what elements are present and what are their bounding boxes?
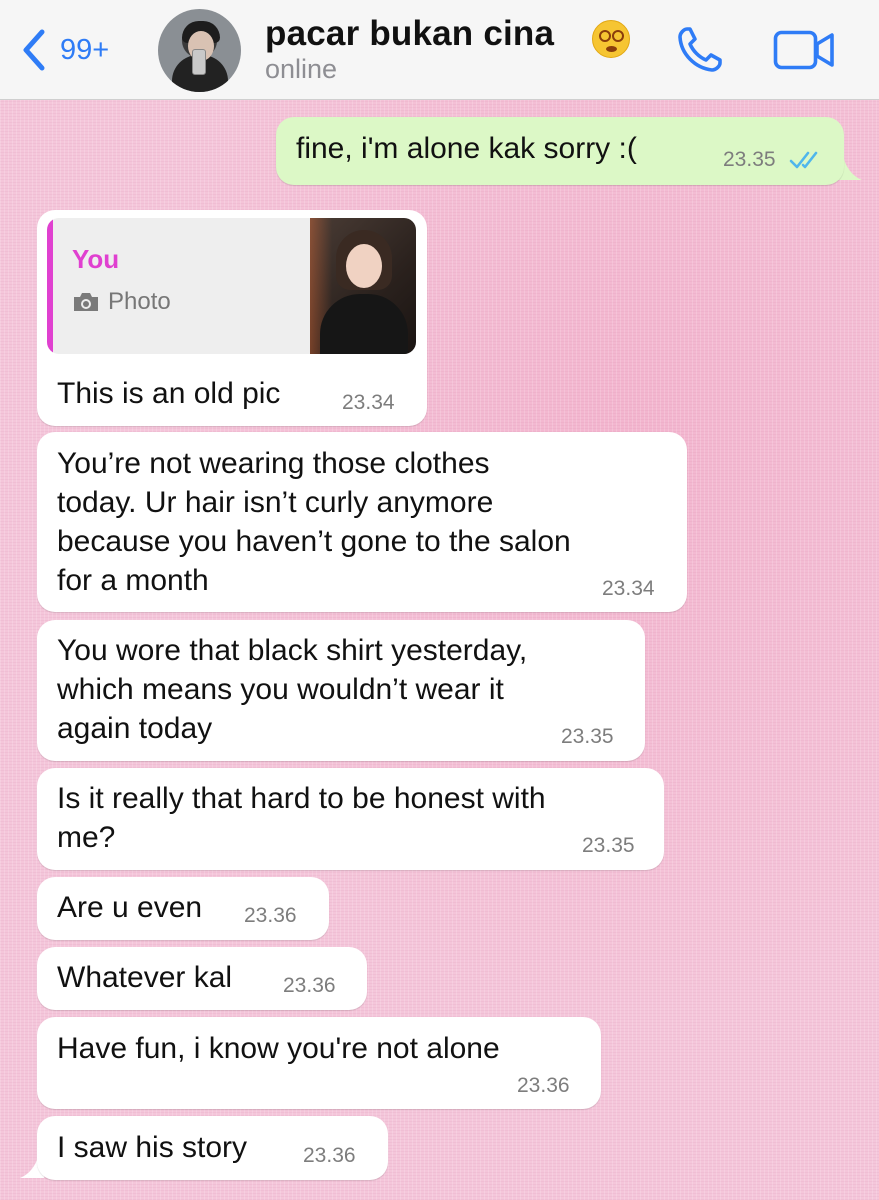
back-button[interactable]: 99+ <box>18 26 109 74</box>
message-incoming[interactable]: You wore that black shirt yesterday, whi… <box>37 620 645 761</box>
message-time: 23.35 <box>582 834 635 857</box>
double-check-icon <box>789 151 818 169</box>
quoted-message[interactable]: You Photo <box>47 218 416 354</box>
dizzy-face-emoji-icon <box>592 20 630 58</box>
message-time: 23.36 <box>244 904 297 927</box>
message-text: You’re not wearing those clothes <box>57 447 490 480</box>
camera-icon <box>74 292 98 311</box>
message-incoming[interactable]: Have fun, i know you're not alone 23.36 <box>37 1017 601 1109</box>
message-text: This is an old pic <box>57 377 281 410</box>
message-text: Is it really that hard to be honest with <box>57 782 546 815</box>
quote-type-label: Photo <box>108 288 171 315</box>
message-incoming[interactable]: Whatever kal 23.36 <box>37 947 367 1010</box>
message-time: 23.35 <box>561 725 614 748</box>
message-incoming[interactable]: Is it really that hard to be honest with… <box>37 768 664 870</box>
quote-bar <box>47 218 53 354</box>
message-text: me? <box>57 821 116 854</box>
message-time: 23.34 <box>602 577 655 600</box>
message-time: 23.36 <box>283 974 336 997</box>
message-outgoing[interactable]: fine, i'm alone kak sorry :( 23.35 <box>276 117 844 185</box>
quote-author: You <box>72 244 120 274</box>
video-camera-icon[interactable] <box>773 30 835 70</box>
message-time: 23.34 <box>342 391 395 414</box>
message-text: Have fun, i know you're not alone <box>57 1032 500 1065</box>
message-incoming[interactable]: You Photo This is an old pic 23.34 <box>37 210 427 426</box>
message-text: fine, i'm alone kak sorry :( <box>296 132 637 165</box>
message-incoming[interactable]: I saw his story 23.36 <box>37 1116 388 1180</box>
chat-header: 99+ pacar bukan cina online <box>0 0 879 100</box>
unread-count: 99+ <box>60 33 110 66</box>
message-text: I saw his story <box>57 1131 248 1164</box>
quote-type: Photo <box>72 282 171 321</box>
message-time: 23.36 <box>517 1074 570 1097</box>
avatar[interactable] <box>158 9 241 92</box>
message-text: Whatever kal <box>57 961 233 994</box>
contact-name[interactable]: pacar bukan cina <box>265 14 554 54</box>
message-text: because you haven’t gone to the salon <box>57 525 571 558</box>
message-text: You wore that black shirt yesterday, <box>57 634 528 667</box>
message-text: today. Ur hair isn’t curly anymore <box>57 486 494 519</box>
message-incoming[interactable]: Are u even 23.36 <box>37 877 329 940</box>
chevron-left-icon <box>23 29 45 71</box>
message-time: 23.35 <box>723 148 776 171</box>
contact-status: online <box>265 54 338 84</box>
message-incoming[interactable]: You’re not wearing those clothes today. … <box>37 432 687 612</box>
message-text: again today <box>57 712 213 745</box>
message-text: Are u even <box>57 891 203 924</box>
message-text: which means you wouldn’t wear it <box>57 673 504 706</box>
quote-photo-thumbnail <box>310 218 416 354</box>
message-time: 23.36 <box>303 1144 356 1167</box>
message-text: for a month <box>57 564 209 597</box>
phone-icon[interactable] <box>676 24 724 74</box>
